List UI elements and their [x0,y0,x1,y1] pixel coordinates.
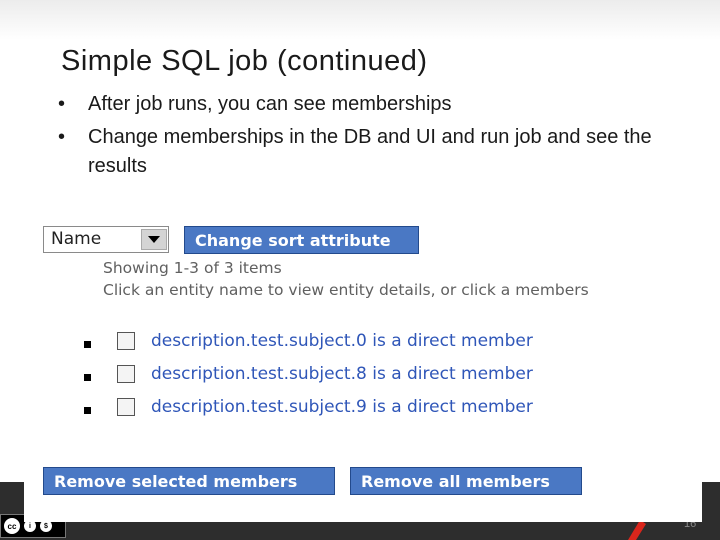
member-list-item: description.test.subject.8 is a direct m… [84,363,684,387]
showing-items-text: Showing 1-3 of 3 items [103,259,282,277]
remove-selected-members-button[interactable]: Remove selected members [43,467,335,495]
bullet-dot-icon: • [58,126,66,148]
member-link[interactable]: description.test.subject.8 is a direct m… [151,364,533,384]
bullet-item: • After job runs, you can see membership… [58,90,698,119]
slide-title: Simple SQL job (continued) [61,45,428,77]
list-bullet-icon [84,374,91,381]
bullet-item: • Change memberships in the DB and UI an… [58,123,698,181]
instruction-text: Click an entity name to view entity deta… [103,281,589,299]
list-bullet-icon [84,407,91,414]
member-checkbox[interactable] [117,365,135,383]
member-checkbox[interactable] [117,332,135,350]
member-link[interactable]: description.test.subject.0 is a direct m… [151,331,533,351]
chevron-down-icon[interactable] [141,229,167,250]
slide-top-gradient [0,0,720,40]
list-bullet-icon [84,341,91,348]
bullet-text: After job runs, you can see memberships [88,93,452,115]
member-list-item: description.test.subject.0 is a direct m… [84,330,684,354]
change-sort-attribute-button[interactable]: Change sort attribute [184,226,419,254]
bullet-list: • After job runs, you can see membership… [58,90,698,185]
member-checkbox[interactable] [117,398,135,416]
sort-attribute-value: Name [51,229,102,249]
member-link[interactable]: description.test.subject.9 is a direct m… [151,397,533,417]
sort-attribute-select[interactable]: Name [43,226,169,253]
bullet-text: Change memberships in the DB and UI and … [88,126,652,177]
ui-screenshot-panel: Name Change sort attribute Showing 1-3 o… [24,195,702,522]
bullet-dot-icon: • [58,93,66,115]
member-list-item: description.test.subject.9 is a direct m… [84,396,684,420]
remove-all-members-button[interactable]: Remove all members [350,467,582,495]
